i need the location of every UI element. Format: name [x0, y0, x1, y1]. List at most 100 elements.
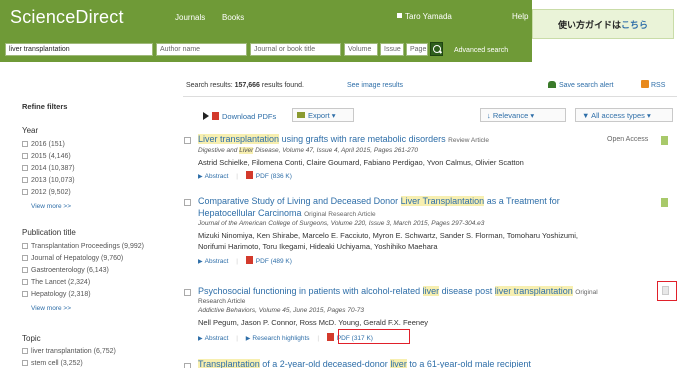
checkbox[interactable]: [22, 243, 28, 249]
sciencedirect-logo[interactable]: ScienceDirect: [10, 7, 124, 28]
chevron-down-icon: ▾: [331, 111, 336, 120]
result-checkbox[interactable]: [184, 199, 191, 206]
pub-filter-item[interactable]: The Lancet (2,324): [22, 279, 90, 286]
year-filter-2014[interactable]: 2014 (10,387): [22, 165, 75, 172]
results-count: Search results: 157,666 results found.: [186, 82, 304, 89]
chevron-down-icon: ▾: [646, 111, 651, 120]
result-title[interactable]: Transplantation of a 2-year-old deceased…: [198, 359, 531, 368]
pub-filter-item[interactable]: Gastroenterology (6,143): [22, 267, 109, 274]
result-title[interactable]: Liver transplantation using grafts with …: [198, 134, 489, 144]
result-journal: Digestive and Liver Disease, Volume 47, …: [198, 147, 418, 154]
result-title[interactable]: Comparative Study of Living and Deceased…: [198, 196, 560, 206]
year-view-more[interactable]: View more >>: [31, 203, 71, 210]
pdf-link[interactable]: PDF (836 K): [256, 173, 292, 180]
export-icon: [297, 112, 305, 118]
search-button[interactable]: [430, 42, 443, 56]
year-filter-2012[interactable]: 2012 (9,502): [22, 189, 71, 196]
topic-filter-item[interactable]: stem cell (3,252): [22, 360, 83, 367]
nav-books[interactable]: Books: [222, 13, 244, 22]
checkbox[interactable]: [22, 165, 28, 171]
checkbox[interactable]: [22, 360, 28, 366]
research-highlights-link[interactable]: Research highlights: [252, 335, 309, 342]
pdf-icon: [245, 171, 253, 179]
save-search-alert[interactable]: Save search alert: [548, 81, 613, 89]
pdf-icon: [245, 256, 253, 264]
checkbox[interactable]: [22, 153, 28, 159]
separator: |: [317, 335, 320, 342]
guide-link[interactable]: こちら: [621, 18, 648, 31]
sort-relevance-dropdown[interactable]: ↓ Relevance ▾: [480, 108, 566, 122]
result-journal: Journal of the American College of Surge…: [198, 220, 485, 227]
result-links: ▶ Abstract | PDF (836 K): [198, 171, 292, 180]
publication-heading: Publication title: [22, 228, 76, 237]
topic-heading: Topic: [22, 334, 41, 343]
result-checkbox[interactable]: [184, 137, 191, 144]
triangle-icon: ▶: [198, 174, 203, 180]
result-type: Research Article: [198, 298, 246, 305]
user-name: Taro Yamada: [405, 12, 452, 21]
author-input[interactable]: Author name: [156, 43, 247, 56]
nav-journals[interactable]: Journals: [175, 13, 205, 22]
rss-link[interactable]: RSS: [641, 80, 665, 89]
result-authors: Astrid Schielke, Filomena Conti, Claire …: [198, 158, 524, 167]
chevron-down-icon: ▾: [530, 111, 535, 120]
export-button[interactable]: Export ▾: [292, 108, 354, 122]
checkbox[interactable]: [22, 255, 28, 261]
highlight-box: [338, 329, 410, 344]
result-authors: Nell Pegum, Jason P. Connor, Ross McD. Y…: [198, 318, 428, 327]
pub-view-more[interactable]: View more >>: [31, 305, 71, 312]
checkbox[interactable]: [22, 348, 28, 354]
checkbox[interactable]: [22, 279, 28, 285]
guide-banner[interactable]: 使い方ガイドは こちら: [532, 9, 674, 39]
divider: [183, 96, 677, 97]
pdf-icon: [326, 333, 334, 341]
volume-input[interactable]: Volume: [344, 43, 378, 56]
refine-title: Refine filters: [22, 102, 68, 111]
separator: |: [236, 173, 238, 180]
result-journal: Addictive Behaviors, Volume 45, June 201…: [198, 307, 364, 314]
access-type-dropdown[interactable]: ▼ All access types ▾: [575, 108, 673, 122]
access-icon: [662, 286, 669, 295]
abstract-link[interactable]: Abstract: [205, 335, 229, 342]
download-arrow-icon: [201, 111, 211, 123]
triangle-icon: ▶: [198, 259, 203, 265]
result-authors: Norifumi Harimoto, Toru Ikegami, Hideaki…: [198, 242, 438, 251]
user-icon: [397, 13, 402, 18]
search-input[interactable]: liver transplantation: [5, 43, 153, 56]
result-checkbox[interactable]: [184, 289, 191, 296]
checkbox[interactable]: [22, 177, 28, 183]
checkbox[interactable]: [22, 267, 28, 273]
user-menu[interactable]: Taro Yamada: [397, 12, 452, 21]
result-title-line2[interactable]: Hepatocellular Carcinoma Original Resear…: [198, 208, 376, 218]
page-input[interactable]: Page: [406, 43, 428, 56]
advanced-search-link[interactable]: Advanced search: [454, 47, 508, 54]
filter-icon: ▼: [582, 111, 590, 120]
abstract-link[interactable]: Abstract: [205, 173, 229, 180]
issue-input[interactable]: Issue: [380, 43, 404, 56]
year-filter-2016[interactable]: 2016 (151): [22, 141, 65, 148]
abstract-link[interactable]: Abstract: [205, 258, 229, 265]
pub-filter-item[interactable]: Journal of Hepatology (9,760): [22, 255, 123, 262]
checkbox[interactable]: [22, 189, 28, 195]
year-filter-2013[interactable]: 2013 (10,073): [22, 177, 75, 184]
pdf-link[interactable]: PDF (489 K): [256, 258, 292, 265]
see-image-results-link[interactable]: See image results: [347, 82, 403, 89]
year-filter-2015[interactable]: 2015 (4,146): [22, 153, 71, 160]
result-title[interactable]: Psychosocial functioning in patients wit…: [198, 286, 598, 296]
journal-input[interactable]: Journal or book title: [250, 43, 341, 56]
rss-icon: [641, 80, 649, 88]
sort-arrow-icon: ↓: [487, 111, 491, 120]
open-access-label: Open Access: [607, 136, 649, 143]
pub-filter-item[interactable]: Transplantation Proceedings (9,992): [22, 243, 144, 250]
checkbox[interactable]: [22, 141, 28, 147]
help-link[interactable]: Help: [512, 12, 528, 21]
topic-filter-item[interactable]: liver transplantation (6,752): [22, 348, 116, 355]
result-checkbox[interactable]: [184, 363, 191, 368]
result-links: ▶ Abstract | PDF (489 K): [198, 256, 292, 265]
checkbox[interactable]: [22, 291, 28, 297]
download-pdfs-button[interactable]: Download PDFs: [212, 112, 276, 121]
pdf-icon: [212, 112, 219, 120]
open-access-icon: [661, 136, 668, 145]
result-authors: Mizuki Ninomiya, Ken Shirabe, Marcelo E.…: [198, 231, 579, 240]
pub-filter-item[interactable]: Hepatology (2,318): [22, 291, 91, 298]
